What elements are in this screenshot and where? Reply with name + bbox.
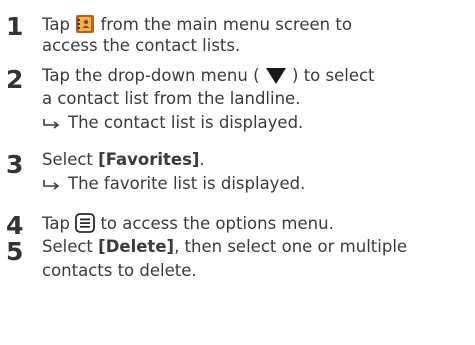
result-text: The favorite list is displayed. [68,174,306,193]
menu-label-favorites: [Favorites] [98,150,200,169]
step-text-line-2: a contact list from the landline. [42,89,301,108]
result-arrow-icon [42,178,60,195]
step-number: 5 [6,237,24,266]
step-number: 3 [6,150,24,179]
step-text-part: Tap [42,214,70,233]
step-result: The favorite list is displayed. [42,174,306,195]
step-number: 1 [6,12,24,41]
step-result: The contact list is displayed. [42,113,304,134]
step-text-part: Select [42,150,93,169]
step-text: Tap the drop-down menu ( ) to select [42,67,375,89]
step-text: Tap from the main menu screen to [42,14,352,38]
step-text: Select [Delete], then select one or mult… [42,237,408,256]
step-number: 4 [6,211,24,240]
step-text-part: to access the options menu. [100,214,334,233]
step-text-part: Tap the drop-down menu ( [42,66,260,85]
options-menu-icon [75,213,96,237]
step-text-part: , then select one or multiple [174,237,408,256]
step-text-line-2: contacts to delete. [42,261,197,280]
step-text-part: Select [42,237,93,256]
step-text: Tap to access the options menu. [42,213,334,237]
result-arrow-icon [42,117,60,134]
step-text: Select [Favorites]. [42,150,205,169]
step-text-part: ) to select [292,66,375,85]
step-text-line-2: access the contact lists. [42,36,241,55]
menu-label-delete: [Delete] [98,237,175,256]
step-number: 2 [6,65,24,94]
step-text-part: from the main menu screen to [100,15,352,34]
result-text: The contact list is displayed. [68,113,304,132]
step-text-part: . [199,150,205,169]
phonebook-icon [75,14,95,38]
dropdown-triangle-icon [265,67,287,89]
step-text-part: Tap [42,15,70,34]
